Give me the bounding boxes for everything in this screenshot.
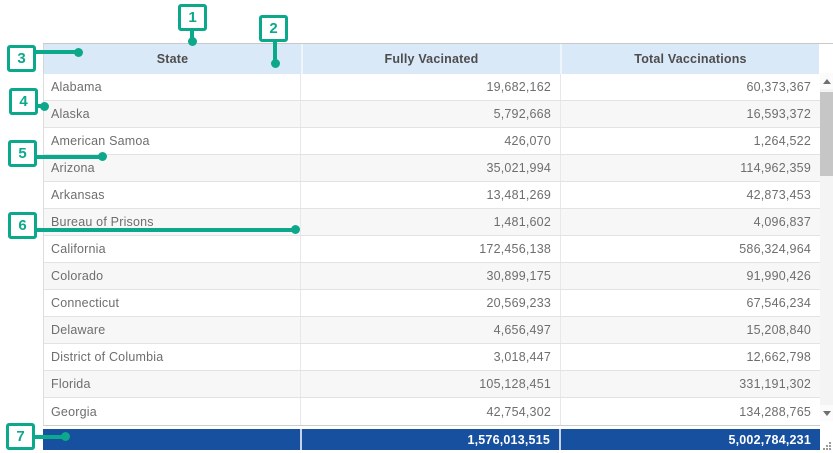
callout-3-line (34, 50, 78, 54)
table-row[interactable]: Arkansas13,481,26942,873,453 (44, 182, 820, 209)
summary-total-vaccinations-cell: 5,002,784,231 (559, 429, 820, 450)
callout-5-line (35, 155, 103, 159)
fully-vaccinated-cell: 3,018,447 (300, 344, 560, 370)
fully-vaccinated-cell: 35,021,994 (300, 155, 560, 181)
total-vaccinations-cell: 42,873,453 (560, 182, 820, 208)
total-vaccinations-cell: 4,096,837 (560, 209, 820, 235)
table-body: Alabama19,682,16260,373,367Alaska5,792,6… (43, 74, 820, 426)
total-vaccinations-cell: 586,324,964 (560, 236, 820, 262)
table-row[interactable]: Colorado30,899,17591,990,426 (44, 263, 820, 290)
state-cell: Delaware (44, 317, 300, 343)
callout-4: 4 (9, 88, 38, 115)
column-header-state[interactable]: State (44, 44, 301, 74)
callout-6: 6 (8, 212, 37, 239)
callout-2-number: 2 (269, 20, 277, 37)
table-row[interactable]: Alabama19,682,16260,373,367 (44, 74, 820, 101)
table-row[interactable]: Alaska5,792,66816,593,372 (44, 101, 820, 128)
fully-vaccinated-cell: 426,070 (300, 128, 560, 154)
scroll-thumb[interactable] (820, 92, 833, 176)
callout-5-number: 5 (18, 145, 26, 162)
callout-6-number: 6 (18, 217, 26, 234)
header-spacer (819, 44, 832, 74)
scroll-up-button[interactable] (820, 73, 833, 89)
state-cell: Connecticut (44, 290, 300, 316)
callout-5: 5 (8, 140, 37, 167)
callout-6-dot (291, 225, 300, 234)
state-cell: Colorado (44, 263, 300, 289)
table-row[interactable]: Delaware4,656,49715,208,840 (44, 317, 820, 344)
fully-vaccinated-cell: 4,656,497 (300, 317, 560, 343)
table-row[interactable]: Arizona35,021,994114,962,359 (44, 155, 820, 182)
total-vaccinations-cell: 15,208,840 (560, 317, 820, 343)
table-row[interactable]: Connecticut20,569,23367,546,234 (44, 290, 820, 317)
table-row[interactable]: Georgia42,754,302134,288,765 (44, 398, 820, 425)
total-vaccinations-cell: 1,264,522 (560, 128, 820, 154)
callout-7-dot (61, 432, 70, 441)
resize-grip-icon[interactable] (822, 441, 832, 451)
fully-vaccinated-cell: 19,682,162 (300, 74, 560, 100)
attribute-table: State Fully Vacinated Total Vaccinations… (43, 43, 833, 450)
total-vaccinations-cell: 67,546,234 (560, 290, 820, 316)
fully-vaccinated-cell: 5,792,668 (300, 101, 560, 127)
fully-vaccinated-cell: 20,569,233 (300, 290, 560, 316)
summary-row: 1,576,013,515 5,002,784,231 (43, 429, 820, 450)
fully-vaccinated-cell: 42,754,302 (300, 398, 560, 425)
table-row[interactable]: American Samoa426,0701,264,522 (44, 128, 820, 155)
fully-vaccinated-cell: 30,899,175 (300, 263, 560, 289)
callout-2-dot (271, 59, 280, 68)
table-row[interactable]: Florida105,128,451331,191,302 (44, 371, 820, 398)
scroll-down-button[interactable] (820, 405, 833, 421)
total-vaccinations-cell: 331,191,302 (560, 371, 820, 397)
fully-vaccinated-cell: 172,456,138 (300, 236, 560, 262)
callout-1-number: 1 (188, 9, 196, 26)
summary-state-cell (43, 429, 300, 450)
callout-3: 3 (7, 45, 36, 72)
column-header-fully-vaccinated[interactable]: Fully Vacinated (301, 44, 560, 74)
state-cell: American Samoa (44, 128, 300, 154)
state-cell: Alabama (44, 74, 300, 100)
fully-vaccinated-cell: 105,128,451 (300, 371, 560, 397)
screenshot-stage: State Fully Vacinated Total Vaccinations… (0, 0, 833, 453)
callout-3-number: 3 (17, 50, 25, 67)
summary-fully-vaccinated-cell: 1,576,013,515 (300, 429, 559, 450)
state-cell: Alaska (44, 101, 300, 127)
vertical-scrollbar[interactable] (820, 73, 833, 421)
callout-5-dot (98, 152, 107, 161)
state-cell: Arkansas (44, 182, 300, 208)
callout-2: 2 (259, 15, 288, 42)
callout-1-dot (188, 37, 197, 46)
total-vaccinations-cell: 114,962,359 (560, 155, 820, 181)
scroll-up-icon (823, 79, 831, 84)
fully-vaccinated-cell: 13,481,269 (300, 182, 560, 208)
state-cell: Georgia (44, 398, 300, 425)
state-cell: District of Columbia (44, 344, 300, 370)
scroll-down-icon (823, 411, 831, 416)
callout-3-dot (74, 48, 83, 57)
callout-6-line (34, 228, 296, 232)
callout-7-number: 7 (16, 428, 24, 445)
state-cell: California (44, 236, 300, 262)
callout-4-dot (40, 102, 49, 111)
total-vaccinations-cell: 134,288,765 (560, 398, 820, 425)
total-vaccinations-cell: 16,593,372 (560, 101, 820, 127)
fully-vaccinated-cell: 1,481,602 (300, 209, 560, 235)
column-header-total-vaccinations[interactable]: Total Vaccinations (560, 44, 819, 74)
table-header-row: State Fully Vacinated Total Vaccinations (43, 44, 833, 74)
state-cell: Florida (44, 371, 300, 397)
total-vaccinations-cell: 91,990,426 (560, 263, 820, 289)
table-row[interactable]: District of Columbia3,018,44712,662,798 (44, 344, 820, 371)
callout-1: 1 (178, 4, 207, 31)
total-vaccinations-cell: 60,373,367 (560, 74, 820, 100)
callout-4-number: 4 (19, 93, 27, 110)
callout-7: 7 (6, 423, 35, 450)
table-row[interactable]: California172,456,138586,324,964 (44, 236, 820, 263)
total-vaccinations-cell: 12,662,798 (560, 344, 820, 370)
